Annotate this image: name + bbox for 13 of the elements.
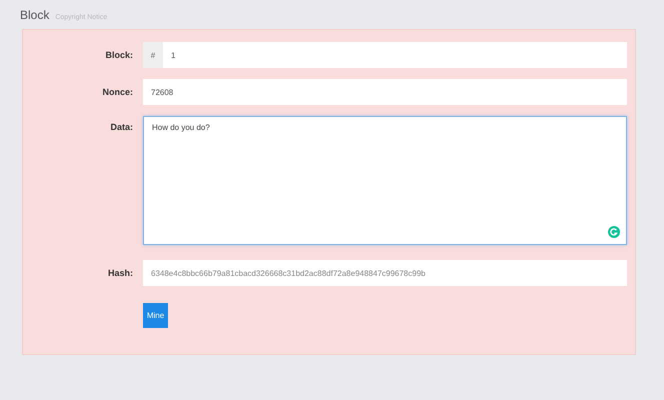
data-text: How do you do? bbox=[152, 123, 210, 132]
grammar-assistant-icon[interactable] bbox=[608, 226, 620, 238]
nonce-field[interactable]: 72608 bbox=[143, 79, 627, 105]
input-prefix: # bbox=[143, 42, 163, 68]
block-number-field[interactable]: 1 bbox=[163, 42, 627, 68]
field-label: Nonce: bbox=[102, 87, 133, 97]
field-label: Data: bbox=[110, 121, 133, 132]
page-title: Block bbox=[20, 8, 50, 22]
field-label: Hash: bbox=[108, 268, 133, 278]
hash-field[interactable]: 6348e4c8bbc66b79a81cbacd326668c31bd2ac88df72a8e948847c99678c99b bbox=[143, 260, 627, 286]
mine-button[interactable]: Mine bbox=[143, 303, 168, 328]
data-textarea[interactable]: How do you do? bbox=[143, 116, 627, 245]
field-label: Block: bbox=[105, 50, 133, 60]
